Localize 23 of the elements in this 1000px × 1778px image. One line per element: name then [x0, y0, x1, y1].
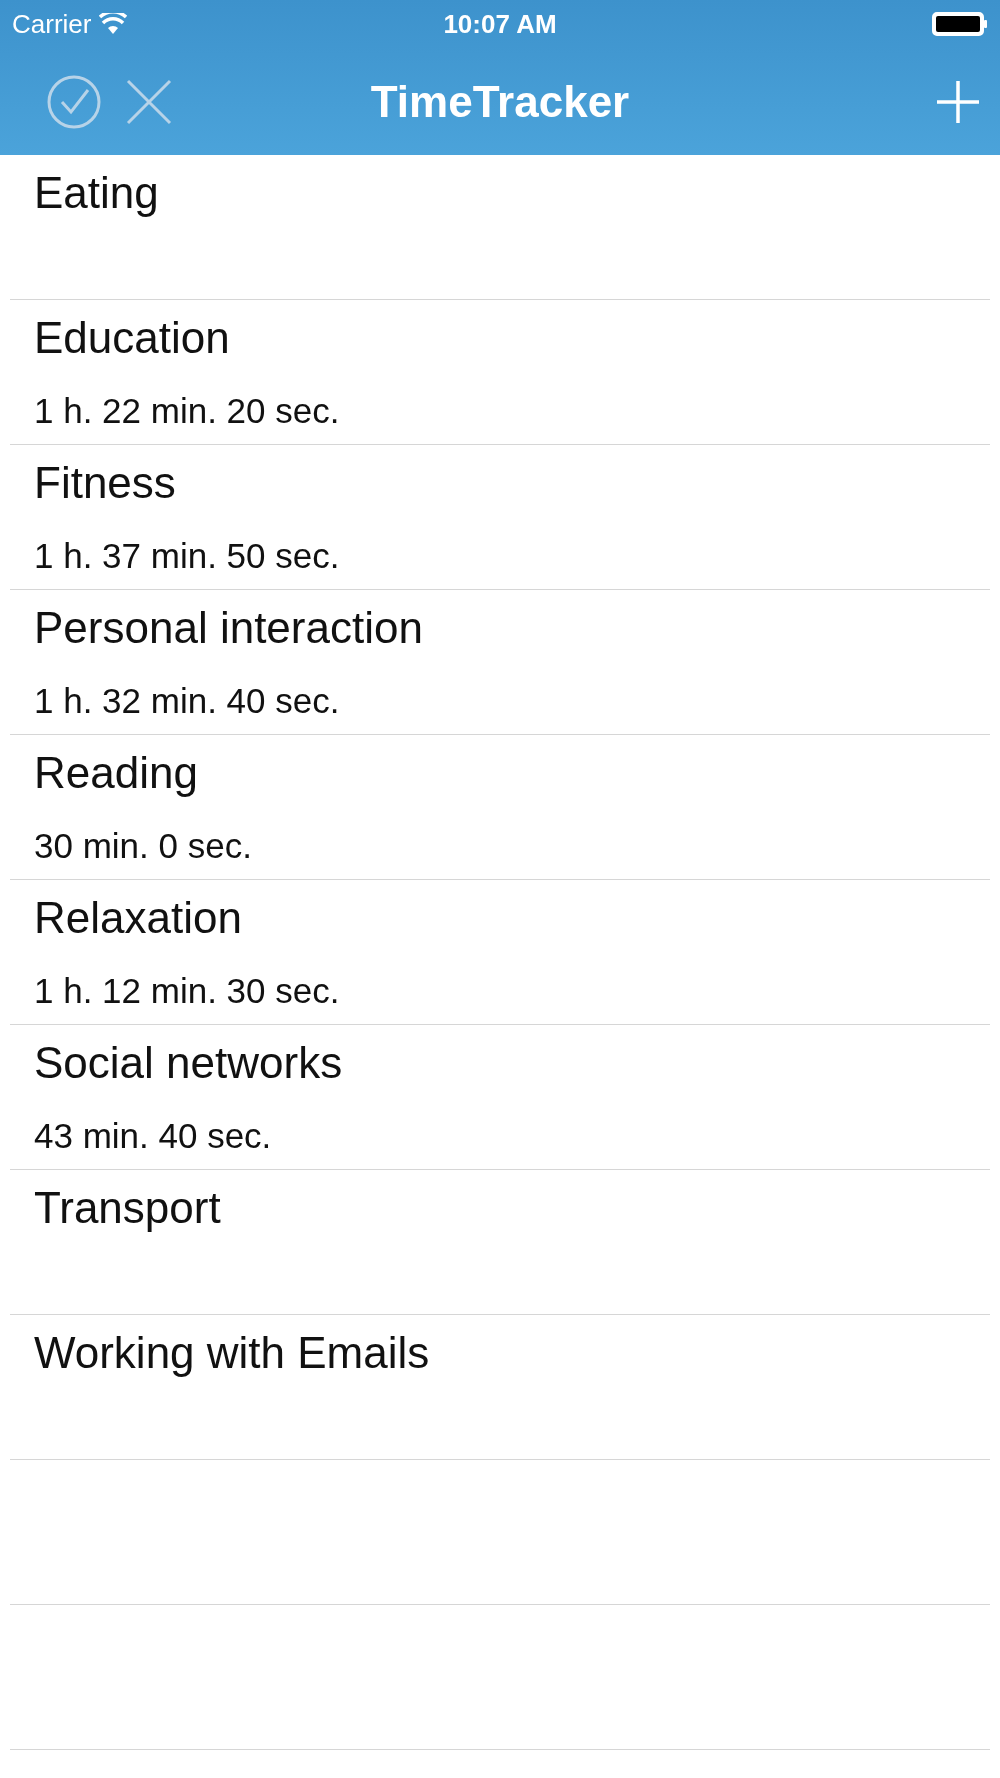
category-name[interactable]: Education	[34, 312, 990, 365]
duration-text: 1 h. 37 min. 50 sec.	[34, 534, 341, 577]
category-name[interactable]: Reading	[34, 747, 990, 800]
duration-text: 43 min. 40 sec.	[34, 1114, 273, 1157]
category-name[interactable]: Transport	[34, 1182, 990, 1235]
duration-text: 30 min. 0 sec.	[34, 824, 253, 867]
category-name[interactable]: Working with Emails	[34, 1327, 990, 1380]
wifi-icon	[99, 13, 128, 35]
category-name[interactable]: Eating	[34, 167, 990, 220]
battery-icon	[932, 12, 988, 36]
status-time: 10:07 AM	[443, 7, 557, 41]
checkmark-circle-icon[interactable]	[46, 73, 102, 130]
add-icon[interactable]	[936, 79, 980, 124]
duration-text: 1 h. 32 min. 40 sec.	[34, 679, 341, 722]
duration-text: 1 h. 22 min. 20 sec.	[34, 389, 341, 432]
category-name[interactable]: Relaxation	[34, 892, 990, 945]
duration-text: 1 h. 12 min. 30 sec.	[34, 969, 341, 1012]
nav-title: TimeTracker	[370, 75, 630, 128]
carrier-name: Carrier	[12, 7, 92, 41]
category-name[interactable]: Social networks	[34, 1037, 990, 1090]
category-name[interactable]: Fitness	[34, 457, 990, 510]
close-icon[interactable]	[126, 78, 172, 125]
category-name[interactable]: Personal interaction	[34, 602, 990, 655]
